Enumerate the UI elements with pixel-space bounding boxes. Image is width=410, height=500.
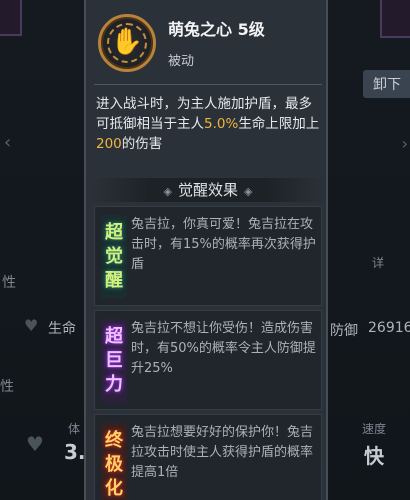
awaken-card-2: 超巨力 兔吉拉不想让你受伤！造成伤害时，有50%的概率令主人防御提升25%	[94, 310, 322, 410]
life-label: 生命	[48, 321, 76, 337]
skill-header: ✋ 萌兔之心 5级 被动	[86, 0, 326, 90]
next-arrow-icon[interactable]: ›	[402, 134, 408, 153]
awaken-badge-2: 超巨力	[101, 319, 127, 403]
defense-value: 26916	[368, 320, 410, 336]
skill-description: 进入战斗时，为主人施加护盾，最多可抵御相当于主人5.0%生命上限加上200的伤害	[96, 96, 320, 152]
awaken-badge-1: 超觉醒	[101, 215, 127, 299]
awaken-badge-3: 终极化	[101, 423, 127, 500]
awaken-text-3: 兔吉拉想要好好的保护你！兔吉拉攻击时使主人获得护盾的概率提高1倍	[131, 425, 314, 480]
unload-button[interactable]: 卸下	[363, 70, 410, 98]
attr-label-2: 性	[0, 379, 14, 395]
defense-label: 防御	[330, 323, 358, 339]
awaken-section-title: ◈ 觉醒效果 ◈	[92, 178, 324, 202]
awaken-text-1: 兔吉拉，你真可爱！兔吉拉在攻击时，有15%的概率再次获得护盾	[131, 217, 316, 272]
body-value: 3.	[64, 440, 86, 464]
header-divider	[94, 84, 322, 85]
skill-tooltip-panel: ✋ 萌兔之心 5级 被动 进入战斗时，为主人施加护盾，最多可抵御相当于主人5.0…	[84, 0, 328, 500]
paw-icon: ✋	[98, 14, 156, 72]
awaken-text-2: 兔吉拉不想让你受伤！造成伤害时，有50%的概率令主人防御提升25%	[131, 321, 316, 376]
left-portrait-frame	[0, 0, 22, 36]
body-heart-icon: ♥	[26, 432, 44, 456]
body-label: 体	[68, 422, 81, 436]
awaken-card-3: 终极化 兔吉拉想要好好的保护你！兔吉拉攻击时使主人获得护盾的概率提高1倍	[94, 414, 322, 500]
life-heart-icon: ♥	[24, 316, 39, 335]
speed-label: 速度	[362, 422, 387, 436]
skill-name: 萌兔之心 5级	[168, 20, 265, 39]
right-portrait-frame	[380, 0, 410, 38]
skill-type: 被动	[168, 54, 195, 69]
attr-label: 性	[2, 275, 16, 291]
shield-flat: 200	[96, 136, 122, 152]
speed-value: 快	[364, 444, 384, 468]
shield-percent: 5.0%	[204, 116, 239, 132]
prev-arrow-icon[interactable]: ‹	[4, 132, 11, 153]
awaken-card-1: 超觉醒 兔吉拉，你真可爱！兔吉拉在攻击时，有15%的概率再次获得护盾	[94, 206, 322, 306]
detail-label[interactable]: 详	[372, 254, 384, 271]
ornament-right-icon: ◈	[244, 185, 253, 198]
ornament-left-icon: ◈	[163, 185, 172, 198]
